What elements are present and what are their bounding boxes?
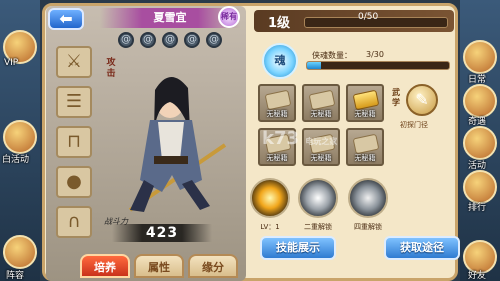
star-row: @ @ @ @ @ (118, 32, 222, 48)
swirl-icon: @ (184, 32, 200, 48)
get-route-button[interactable]: 获取途径 (384, 236, 460, 260)
fragment-bar (306, 61, 450, 70)
left-sidebar-icon-3[interactable] (3, 235, 37, 269)
left-sidebar-icon-2[interactable] (3, 120, 37, 154)
right-sidebar-icon-1[interactable] (463, 40, 497, 74)
right-sidebar-icon-4[interactable] (463, 170, 497, 204)
right-sidebar-label-friends: 好友 (468, 271, 487, 281)
soul-icon[interactable]: 魂 (262, 43, 298, 79)
watermark: k73 电玩之家 (262, 128, 337, 149)
swirl-icon: @ (140, 32, 156, 48)
belt-icon: ⊓ (66, 131, 82, 152)
skill-label-3: 四重解锁 (354, 223, 382, 231)
swirl-icon: @ (118, 32, 134, 48)
right-sidebar-icon-3[interactable] (463, 126, 497, 160)
book-label: 无秘籍 (354, 154, 376, 162)
back-arrow-icon: ⬅ (59, 9, 73, 28)
book-label: 无秘籍 (266, 154, 288, 162)
sword-icon: ⚔ (65, 51, 83, 72)
right-sidebar-label-daily: 日常 (468, 75, 487, 85)
left-sidebar-label-lineup: 阵容 (6, 271, 25, 281)
skill-label-2: 二重解锁 (304, 223, 332, 231)
swirl-icon: @ (162, 32, 178, 48)
hero-character (128, 76, 227, 212)
scroll-icon (352, 89, 380, 111)
skill-label-1: LV：1 (260, 223, 280, 231)
equip-slot-accessory[interactable]: ● (56, 166, 92, 198)
scroll-icon (352, 133, 380, 155)
fragment-bar-fill (307, 62, 322, 69)
book-slot[interactable]: 无秘籍 (258, 84, 296, 122)
exp-text: 0/50 (358, 12, 379, 22)
book-slot[interactable]: 无秘籍 (346, 84, 384, 122)
equip-slot-armor[interactable]: ☰ (56, 86, 92, 118)
equip-slot-belt[interactable]: ⊓ (56, 126, 92, 158)
scroll-icon (308, 89, 336, 111)
right-sidebar-label-event: 活动 (468, 161, 487, 171)
book-slot[interactable]: 无秘籍 (346, 128, 384, 166)
martial-level: 初探门径 (400, 121, 428, 129)
armor-icon: ☰ (65, 91, 83, 112)
left-sidebar-label-vip: VIP (4, 58, 19, 68)
skill-display-button[interactable]: 技能展示 (260, 236, 336, 260)
equip-slot-boots[interactable]: ∩ (56, 206, 92, 238)
fragment-count: 3/30 (366, 50, 384, 59)
power-value: 423 (112, 224, 212, 242)
watermark-text: k73 (262, 128, 300, 149)
watermark-sub: 电玩之家 (305, 137, 338, 146)
book-slot[interactable]: 无秘籍 (302, 84, 340, 122)
quality-badge: 稀有 (218, 6, 240, 28)
book-label: 无秘籍 (310, 154, 332, 162)
ring-icon: ● (66, 171, 82, 192)
equip-slot-weapon[interactable]: ⚔ (56, 46, 92, 78)
fragment-label: 侠魂数量： (312, 51, 352, 60)
skill-icon-1[interactable] (250, 178, 290, 218)
left-sidebar-label-activity: 白活动 (2, 155, 30, 165)
tab-attributes[interactable]: 属性 (134, 254, 184, 278)
skill-icon-2[interactable] (298, 178, 338, 218)
book-label: 无秘籍 (354, 110, 376, 118)
skill-icon-3[interactable] (348, 178, 388, 218)
brush-icon: ✎ (415, 90, 429, 109)
swirl-icon: @ (206, 32, 222, 48)
martial-label: 武学 (392, 88, 400, 107)
tab-train[interactable]: 培养 (80, 254, 130, 278)
right-sidebar-icon-2[interactable] (463, 84, 497, 118)
scroll-icon (264, 89, 292, 111)
back-button[interactable]: ⬅ (48, 8, 84, 30)
martial-icon[interactable]: ✎ (406, 84, 438, 116)
boots-icon: ∩ (67, 211, 81, 232)
book-label: 无秘籍 (310, 110, 332, 118)
book-label: 无秘籍 (266, 110, 288, 118)
right-sidebar-label-adventure: 奇遇 (468, 117, 487, 127)
right-sidebar-label-rank: 排行 (468, 203, 487, 213)
tab-fate[interactable]: 缘分 (188, 254, 238, 278)
hero-level: 1级 (268, 16, 291, 31)
